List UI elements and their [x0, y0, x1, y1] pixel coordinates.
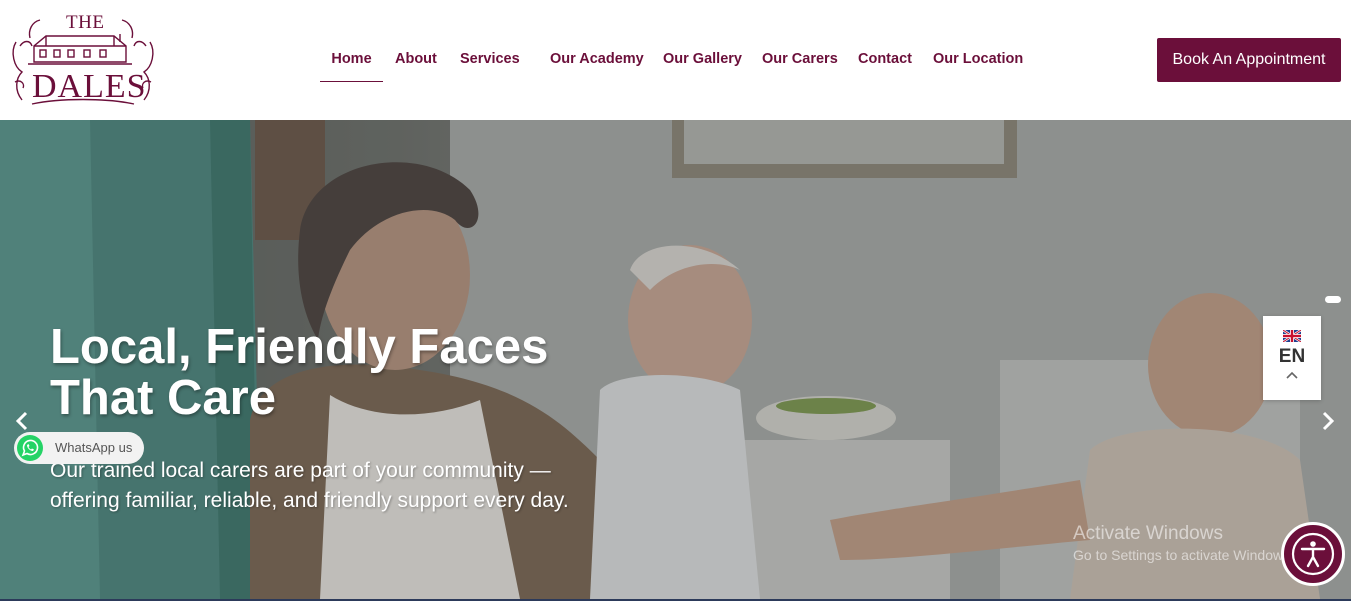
language-code: EN [1278, 346, 1306, 367]
site-header: THE DALES Home About Services Our Academ… [0, 0, 1351, 120]
dales-logo[interactable]: THE DALES [10, 12, 156, 108]
nav-services[interactable]: Services [460, 42, 520, 82]
whatsapp-button[interactable]: WhatsApp us [14, 432, 144, 464]
hero-title-line1: Local, Friendly Faces [50, 320, 549, 374]
accessibility-icon [1291, 532, 1335, 576]
nav-our-gallery[interactable]: Our Gallery [663, 42, 742, 82]
hero-slider: Local, Friendly Faces That Care Our trai… [0, 120, 1351, 599]
watermark-title: Activate Windows [1073, 523, 1223, 544]
hero-title-line2: That Care [50, 371, 277, 425]
book-appointment-button[interactable]: Book An Appointment [1157, 38, 1341, 82]
whatsapp-label: WhatsApp us [55, 440, 133, 455]
hero-subtitle-line2: offering familiar, reliable, and friendl… [50, 489, 569, 512]
windows-activation-watermark: Activate Windows Go to Settings to activ… [1073, 522, 1294, 564]
nav-about[interactable]: About [395, 42, 437, 82]
nav-home[interactable]: Home [320, 42, 383, 82]
accessibility-button[interactable] [1281, 522, 1345, 586]
logo-text-top: THE [66, 12, 105, 33]
slide-indicator[interactable] [1325, 296, 1341, 303]
watermark-subtitle: Go to Settings to activate Windows. [1073, 547, 1294, 563]
nav-contact[interactable]: Contact [858, 42, 912, 82]
logo-text-main: DALES [32, 68, 147, 105]
hero-title: Local, Friendly Faces That Care [50, 322, 650, 424]
nav-our-academy[interactable]: Our Academy [550, 42, 644, 82]
hero-subtitle: Our trained local carers are part of you… [50, 456, 630, 516]
chevron-up-icon [1286, 371, 1298, 379]
uk-flag-icon [1283, 330, 1301, 342]
chevron-right-icon[interactable] [1318, 406, 1338, 436]
whatsapp-icon [17, 435, 43, 461]
language-switcher[interactable]: EN [1263, 316, 1321, 400]
nav-our-carers[interactable]: Our Carers [762, 42, 838, 82]
nav-our-location[interactable]: Our Location [933, 42, 1023, 82]
